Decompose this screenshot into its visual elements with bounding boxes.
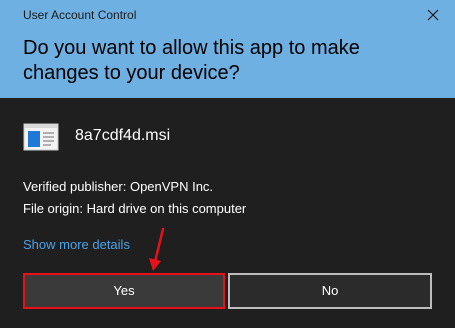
show-more-details-link[interactable]: Show more details bbox=[23, 237, 130, 252]
yes-button[interactable]: Yes bbox=[23, 273, 225, 309]
file-origin: File origin: Hard drive on this computer bbox=[23, 201, 247, 216]
prompt-question: Do you want to allow this app to make ch… bbox=[23, 37, 360, 84]
uac-dialog: User Account Control Do you want to allo… bbox=[0, 0, 455, 328]
close-button[interactable] bbox=[423, 5, 443, 25]
app-file-name: 8a7cdf4d.msi bbox=[75, 127, 171, 144]
installer-package-icon bbox=[23, 123, 59, 151]
close-icon bbox=[427, 9, 439, 21]
no-button[interactable]: No bbox=[228, 273, 432, 309]
window-title: User Account Control bbox=[23, 8, 137, 22]
dialog-header: User Account Control Do you want to allo… bbox=[0, 0, 455, 98]
red-arrow-icon bbox=[149, 227, 165, 271]
verified-publisher: Verified publisher: OpenVPN Inc. bbox=[23, 179, 214, 194]
